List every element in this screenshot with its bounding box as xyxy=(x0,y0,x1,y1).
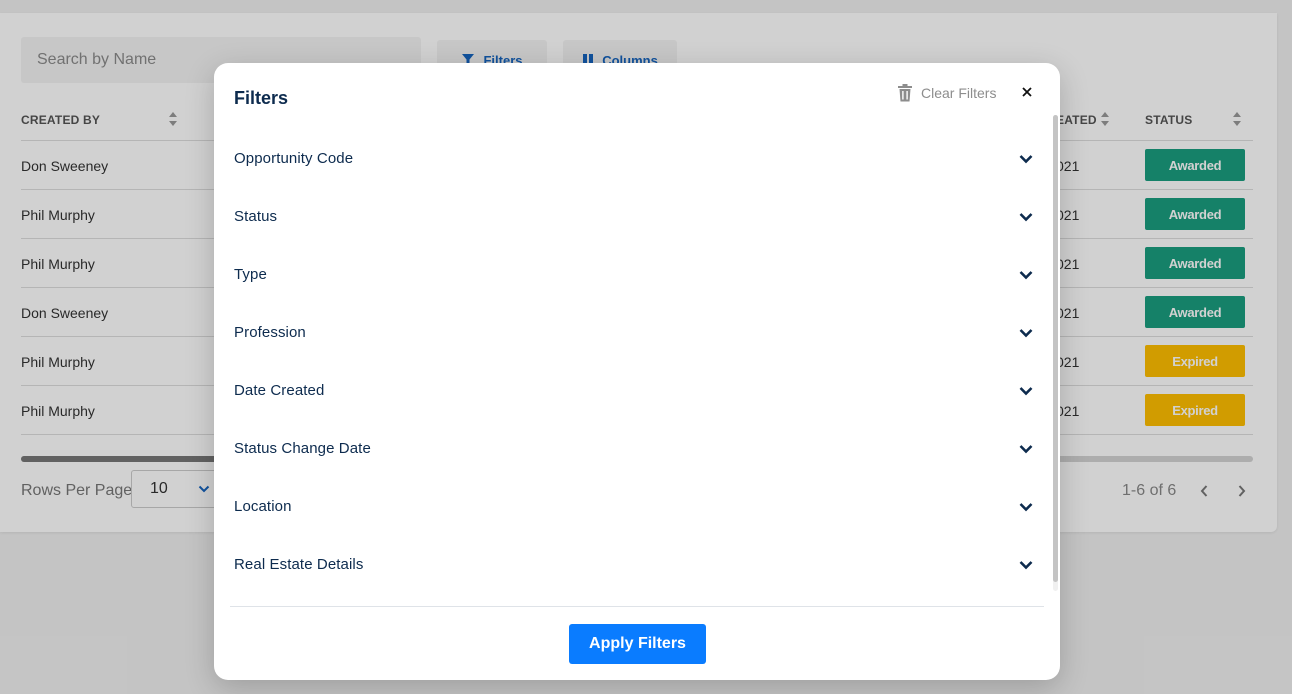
filter-section-label: Opportunity Code xyxy=(234,150,354,167)
filters-modal: Filters Clear Filters Opportunity Code S… xyxy=(214,63,1060,680)
filter-section-label: Type xyxy=(234,266,267,283)
clear-filters-button[interactable]: Clear Filters xyxy=(897,82,996,104)
filter-section-label: Status Change Date xyxy=(234,440,371,457)
chevron-down-icon[interactable] xyxy=(1018,269,1034,281)
filter-section-location[interactable]: Location xyxy=(214,476,1044,534)
chevron-down-icon[interactable] xyxy=(1018,559,1034,571)
filter-section-label: Date Created xyxy=(234,382,325,399)
close-icon xyxy=(1022,87,1032,97)
filter-section-status-change-date[interactable]: Status Change Date xyxy=(214,418,1044,476)
clear-filters-label: Clear Filters xyxy=(921,85,997,101)
filter-section-label: Status xyxy=(234,208,278,225)
chevron-down-icon[interactable] xyxy=(1018,327,1034,339)
filter-section-type[interactable]: Type xyxy=(214,244,1044,302)
chevron-down-icon[interactable] xyxy=(1018,153,1034,165)
footer-divider xyxy=(230,606,1044,607)
filter-section-opportunity-code[interactable]: Opportunity Code xyxy=(214,128,1044,186)
filter-section-date-created[interactable]: Date Created xyxy=(214,360,1044,418)
close-button[interactable] xyxy=(1019,82,1035,102)
filter-section-label: Real Estate Details xyxy=(234,556,364,573)
modal-scrollbar[interactable] xyxy=(1053,115,1058,591)
chevron-down-icon[interactable] xyxy=(1018,385,1034,397)
filter-section-label: Location xyxy=(234,498,292,515)
scrollbar-thumb[interactable] xyxy=(1053,115,1058,582)
filter-section-profession[interactable]: Profession xyxy=(214,302,1044,360)
filter-section-real-estate-details[interactable]: Real Estate Details xyxy=(214,534,1044,592)
chevron-down-icon[interactable] xyxy=(1018,443,1034,455)
trash-icon xyxy=(898,84,912,102)
filter-section-status[interactable]: Status xyxy=(214,186,1044,244)
chevron-down-icon[interactable] xyxy=(1018,501,1034,513)
apply-filters-button[interactable]: Apply Filters xyxy=(569,624,706,664)
chevron-down-icon[interactable] xyxy=(1018,211,1034,223)
modal-title: Filters xyxy=(234,88,289,108)
filter-section-label: Profession xyxy=(234,324,306,341)
